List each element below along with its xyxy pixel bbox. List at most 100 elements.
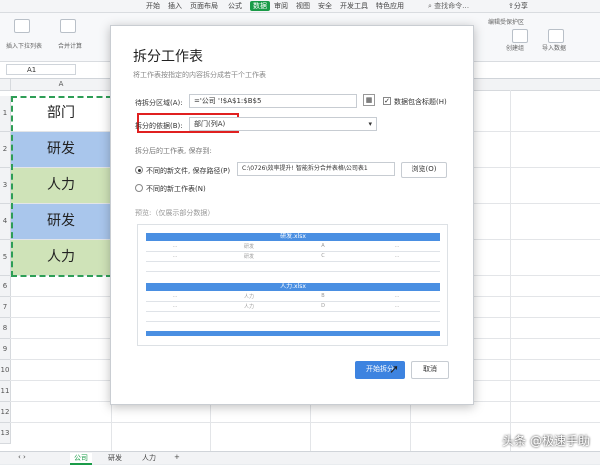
merge-calc-icon[interactable] xyxy=(60,19,76,33)
preview-row: … 人力 B … xyxy=(146,292,440,302)
preview-cell: … xyxy=(394,293,400,299)
col-line xyxy=(510,90,511,451)
menu-data[interactable]: 数据 xyxy=(250,1,270,11)
preview-row xyxy=(146,312,440,322)
preview-cell: 人力 xyxy=(243,294,254,300)
name-box[interactable]: A1 xyxy=(6,64,76,75)
menu-start[interactable]: 开始 xyxy=(146,1,160,11)
menu-view[interactable]: 视图 xyxy=(296,1,310,11)
column-header-a[interactable]: A xyxy=(11,79,112,91)
ribbon-label-group: 创建组 xyxy=(506,45,525,52)
preview-row xyxy=(146,262,440,272)
preview-cell: C xyxy=(321,253,325,259)
search-command[interactable]: ⌕ 查找命令… xyxy=(428,1,469,11)
menu-developer[interactable]: 开发工具 xyxy=(340,1,368,11)
mouse-cursor-icon: ➚ xyxy=(389,362,400,376)
dialog-title: 拆分工作表 xyxy=(133,49,203,65)
radio-new-file[interactable] xyxy=(135,166,143,174)
preview-row: … 人力 D … xyxy=(146,302,440,312)
menu-review[interactable]: 审阅 xyxy=(274,1,288,11)
preview-row: … 研发 C … xyxy=(146,252,440,262)
row-header[interactable]: 13 xyxy=(0,423,11,444)
preview-title-rd: 研发.xlsx xyxy=(146,233,440,241)
preview-cell: … xyxy=(172,303,178,309)
row-header[interactable]: 10 xyxy=(0,360,11,381)
preview-cell: … xyxy=(394,243,400,249)
range-picker-icon[interactable]: ▦ xyxy=(363,94,375,106)
basis-label: 拆分的依据(B): xyxy=(135,122,183,130)
sheet-tab-hr[interactable]: 人力 xyxy=(138,453,160,463)
row-header[interactable]: 2 xyxy=(0,132,11,168)
dropdown-list-icon[interactable] xyxy=(14,19,30,33)
preview-cell: A xyxy=(321,243,325,249)
preview-cell: D xyxy=(321,303,325,309)
area-input[interactable]: ='公司 '!$A$1:$B$5 xyxy=(189,94,357,108)
menu-security[interactable]: 安全 xyxy=(318,1,332,11)
group-icon[interactable] xyxy=(512,29,528,43)
cell-a1[interactable]: 部门 xyxy=(11,96,111,131)
row-header[interactable]: 11 xyxy=(0,381,11,402)
row-header[interactable]: 9 xyxy=(0,339,11,360)
menu-page-layout[interactable]: 页面布局 xyxy=(190,1,218,11)
cell-a4[interactable]: 研发 xyxy=(11,204,111,239)
sheet-tab-company[interactable]: 公司 xyxy=(70,453,92,465)
row-header[interactable]: 7 xyxy=(0,297,11,318)
area-label: 待拆分区域(A): xyxy=(135,99,183,107)
row-header[interactable]: 8 xyxy=(0,318,11,339)
cell-a2[interactable]: 研发 xyxy=(11,132,111,167)
sheet-tabs: ‹ › 公司 研发 人力 + xyxy=(0,451,600,465)
row-header[interactable]: 4 xyxy=(0,204,11,240)
new-sheet-label: 不同的新工作表(N) xyxy=(146,185,206,193)
preview-cell: … xyxy=(172,253,178,259)
browse-button[interactable]: 浏览(O) xyxy=(401,162,447,178)
menu-formula[interactable]: 公式 xyxy=(228,1,242,11)
preview-title-hr: 人力.xlsx xyxy=(146,283,440,291)
corner-select-all[interactable] xyxy=(0,79,11,91)
ribbon-label-import: 导入数据 xyxy=(542,45,567,52)
after-label: 拆分后的工作表, 保存到: xyxy=(135,147,212,155)
row-line xyxy=(10,422,600,423)
ribbon-label-merge: 合并计算 xyxy=(58,43,83,50)
share-button[interactable]: ⇪分享 xyxy=(508,1,528,11)
preview-row: … 研发 A … xyxy=(146,242,440,252)
preview-cell: B xyxy=(321,293,325,299)
chevron-down-icon: ▾ xyxy=(368,120,372,128)
import-data-icon[interactable] xyxy=(548,29,564,43)
preview-cell: 人力 xyxy=(243,304,254,310)
share-label: 分享 xyxy=(513,2,528,10)
row-header[interactable]: 6 xyxy=(0,276,11,297)
menu-insert[interactable]: 插入 xyxy=(168,1,182,11)
ribbon-label-dropdown: 插入下拉列表 xyxy=(6,43,43,50)
menu-bar: 开始 插入 页面布局 公式 数据 审阅 视图 安全 开发工具 特色应用 ⌕ 查找… xyxy=(0,0,600,13)
include-header-label: 数据包含标题(H) xyxy=(394,98,447,106)
preview-cell: … xyxy=(172,293,178,299)
radio-new-sheet[interactable] xyxy=(135,184,143,192)
preview-cell: … xyxy=(394,253,400,259)
preview-cell: 研发 xyxy=(243,254,254,260)
menu-features[interactable]: 特色应用 xyxy=(376,1,404,11)
preview-label: 预览:（仅展示部分数据） xyxy=(135,209,215,217)
sheet-tab-rd[interactable]: 研发 xyxy=(104,453,126,463)
tab-nav-arrows[interactable]: ‹ › xyxy=(14,453,30,461)
new-file-label: 不同的新文件, 保存路径(P) xyxy=(146,167,231,175)
row-header[interactable]: 12 xyxy=(0,402,11,423)
preview-pane: 研发.xlsx … 研发 A … … 研发 C … 人力.xlsx … 人力 B… xyxy=(137,224,448,346)
row-header[interactable]: 5 xyxy=(0,240,11,276)
split-sheet-dialog: 拆分工作表 将工作表按指定的内容拆分成若干个工作表 待拆分区域(A): ='公司… xyxy=(110,25,474,405)
row-header[interactable]: 3 xyxy=(0,168,11,204)
include-header-checkbox[interactable]: ✓ xyxy=(383,97,391,105)
cell-a3[interactable]: 人力 xyxy=(11,168,111,203)
cell-a5[interactable]: 人力 xyxy=(11,240,111,275)
preview-cell: … xyxy=(172,243,178,249)
basis-select[interactable]: 部门(列A) ▾ xyxy=(189,117,377,131)
watermark: 头条 @极速手助 xyxy=(502,434,590,448)
row-header[interactable]: 1 xyxy=(0,96,11,132)
search-icon: ⌕ xyxy=(428,2,432,10)
add-sheet-button[interactable]: + xyxy=(170,453,184,461)
cancel-button[interactable]: 取消 xyxy=(411,361,449,379)
search-placeholder: 查找命令… xyxy=(434,2,470,10)
dialog-subtitle: 将工作表按指定的内容拆分成若干个工作表 xyxy=(133,71,266,79)
basis-value: 部门(列A) xyxy=(194,120,226,128)
preview-bar xyxy=(146,331,440,336)
save-path-input[interactable]: C:\0726\效率提升! 智能拆分合并表格\公司表1 xyxy=(237,162,395,176)
